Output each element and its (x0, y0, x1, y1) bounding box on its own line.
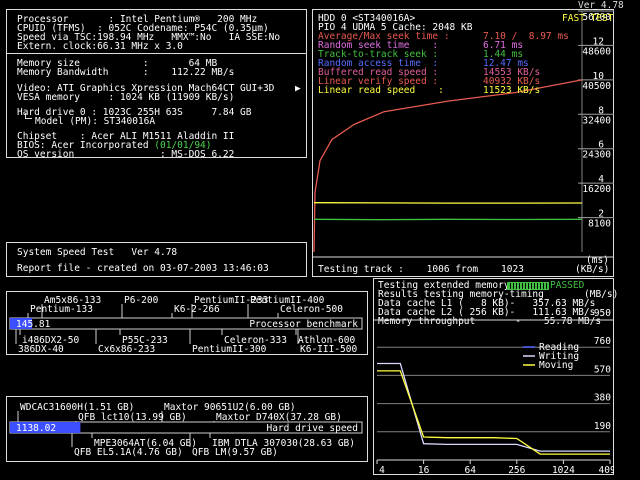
ms-tick-label: 6 (598, 140, 604, 151)
reference-label: Celeron-500 (280, 304, 343, 315)
video-arrow-icon[interactable]: ▶ (295, 84, 301, 94)
memory-y-tick-label: 190 (594, 421, 611, 432)
drive-model-line: Model (PM): ST340016A (35, 116, 156, 127)
reference-label: Maxtor D740X(37.28 GB) (216, 412, 342, 423)
os-version-line: OS version : MS-DOS 6.22 (17, 149, 235, 160)
reference-label: 386DX-40 (18, 344, 64, 355)
linear-read-label: Linear read speed : (318, 85, 444, 96)
tree-connector (25, 113, 32, 119)
ms-tick-label: 8 (598, 105, 604, 116)
kbs-tick-label: 8100 (588, 219, 611, 230)
reference-label: QFB lct10(13.99 GB) (78, 412, 187, 423)
ext-clock-line: Extern. clock:66.31 MHz x 3.0 (17, 41, 183, 52)
benchmark-label: Processor benchmark (249, 319, 358, 330)
linear-read-value: 11523 KB/s (483, 85, 541, 96)
series-line (313, 79, 583, 253)
memory-y-tick-label: 380 (594, 393, 611, 404)
fast-test-label: FAST TEST (562, 13, 614, 24)
memory-y-tick-label: 570 (594, 364, 611, 375)
memory-x-tick-label: 1024 (552, 465, 575, 475)
reference-label: QFB EL5.1A(4.76 GB) (74, 447, 183, 458)
memory-x-tick-label: 4096 (599, 465, 614, 475)
ms-tick-label: 10 (593, 71, 605, 82)
benchmark-score: 145.81 (16, 319, 51, 330)
memory-x-tick-label: 16 (418, 465, 430, 475)
ms-tick-label: 2 (598, 209, 604, 220)
reference-label: K6-2-266 (174, 304, 220, 315)
memory-timing-chart: 9507605703801904166425610244096ReadingWr… (373, 278, 622, 476)
kbs-tick-label: 40500 (582, 81, 611, 92)
memory-y-tick-label: 760 (594, 336, 611, 347)
testing-track-line: Testing track : 1006 from 1023 (318, 264, 524, 275)
reference-label: Pentium-133 (30, 304, 93, 315)
kbs-tick-label: 48600 (582, 46, 611, 57)
reference-label: PentiumII-300 (192, 344, 267, 355)
reference-label: Cx6x86-233 (98, 344, 155, 355)
processor-benchmark-chart: 145.81 Processor benchmark Am5x86-133 P6-20… (6, 291, 368, 355)
reference-label: QFB LM(9.57 GB) (192, 447, 278, 458)
report-file-line: Report file - created on 03-07-2003 13:4… (17, 263, 269, 274)
ms-tick-label: 4 (598, 174, 604, 185)
kbs-tick-label: 16200 (582, 184, 611, 195)
reference-label: K6-III-500 (300, 344, 357, 355)
memory-x-tick-label: 64 (464, 465, 476, 475)
kbs-units: (KB/s) (575, 264, 610, 275)
vesa-line: VESA memory : 1024 KB (11909 KB/s) (17, 92, 235, 103)
memory-x-tick-label: 4 (379, 465, 385, 475)
kbs-tick-label: 24300 (582, 150, 611, 161)
speed-test-panel: System Speed Test Ver 4.78 Report file -… (6, 242, 307, 277)
speed-test-title: System Speed Test Ver 4.78 (17, 247, 178, 258)
hd-benchmark-chart: 1138.02 Hard drive speed WDCAC31600H(1.51 … (6, 396, 368, 462)
legend-label: Moving (539, 360, 573, 371)
memory-bandwidth-line: Memory Bandwidth : 112.22 MB/s (17, 67, 235, 78)
memory-y-tick-label: 950 (594, 308, 611, 319)
reference-label: P6-200 (124, 295, 159, 306)
memory-series-line (377, 370, 610, 455)
memory-x-tick-label: 256 (508, 465, 525, 475)
benchmark-score: 1138.02 (16, 423, 56, 434)
benchmark-label: Hard drive speed (266, 423, 358, 434)
kbs-tick-label: 32400 (582, 115, 611, 126)
system-info-panel: Processor : Intel Pentium® 200 MHz CPUID… (6, 9, 307, 160)
ms-tick-label: 12 (593, 36, 604, 47)
